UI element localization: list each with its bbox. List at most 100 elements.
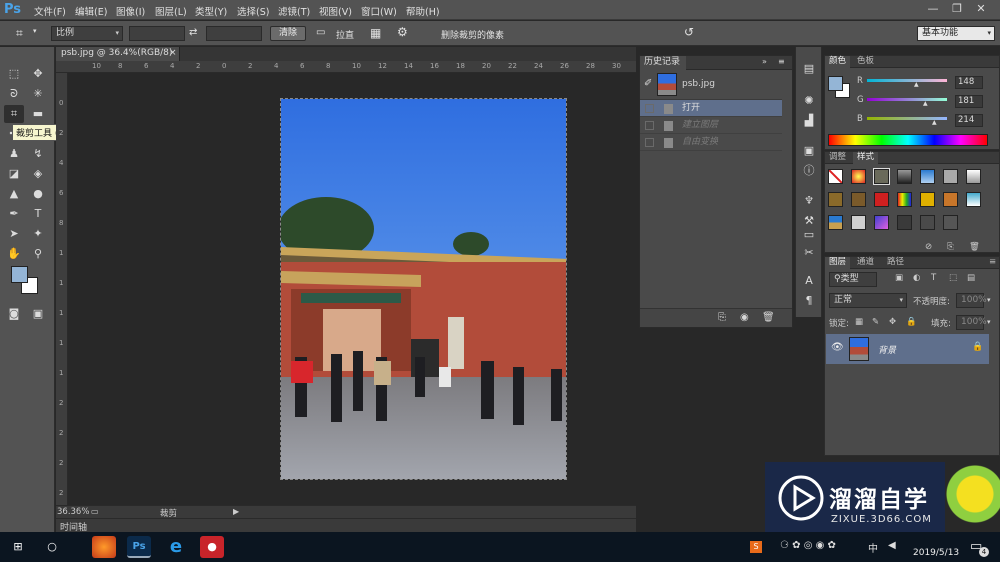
menu-help[interactable]: 帮助(H) (406, 4, 440, 18)
close-tab-icon[interactable]: × (169, 47, 177, 60)
tray-icons[interactable]: ⚆ ✿ ◎ ◉ ✿ (780, 540, 836, 551)
foreground-color-swatch[interactable] (11, 266, 28, 283)
fill-chevron-icon[interactable]: ▾ (987, 318, 991, 326)
style-swatch[interactable] (828, 192, 843, 207)
layer-row-background[interactable]: 👁 背景 🔒 (826, 334, 989, 364)
filter-type-icon[interactable]: T (931, 273, 936, 283)
brush-presets-icon[interactable]: ♆ (800, 193, 818, 209)
tab-styles[interactable]: 样式 (853, 152, 879, 164)
collapse-icon[interactable]: » (762, 57, 767, 66)
app-red-icon[interactable]: ● (200, 536, 224, 558)
width-input[interactable] (129, 26, 185, 41)
straighten-icon[interactable]: ▭ (316, 27, 325, 38)
history-item[interactable]: 建立图层 (640, 117, 782, 134)
menu-window[interactable]: 窗口(W) (361, 4, 397, 18)
style-swatch[interactable] (966, 192, 981, 207)
layer-kind-filter[interactable]: ⚲类型 (829, 272, 877, 287)
green-value[interactable]: 181 (955, 95, 983, 108)
clear-style-icon[interactable]: ⊘ (925, 242, 932, 252)
histogram-icon[interactable]: ▟ (800, 113, 818, 129)
marquee-tool-icon[interactable]: ⬚ (4, 65, 24, 83)
menu-layer[interactable]: 图层(L) (155, 4, 187, 18)
style-swatch[interactable] (851, 192, 866, 207)
eraser-tool-icon[interactable]: ◪ (4, 165, 24, 183)
restore-icon[interactable]: ❐ (950, 3, 964, 16)
fill-input[interactable]: 100% (956, 315, 987, 330)
style-swatch[interactable] (920, 192, 935, 207)
trash-icon[interactable]: 🗑 (969, 242, 980, 252)
photoshop-taskbar-icon[interactable]: Ps (127, 536, 151, 558)
lock-all-icon[interactable]: 🔒 (906, 317, 917, 327)
menu-select[interactable]: 选择(S) (237, 4, 269, 18)
style-swatch[interactable] (874, 215, 889, 230)
photo-forbidden-city-gate[interactable] (280, 98, 567, 480)
eye-visibility-icon[interactable]: 👁 (831, 342, 844, 353)
red-value[interactable]: 148 (955, 76, 983, 89)
layer-name[interactable]: 背景 (878, 343, 896, 356)
checkbox[interactable] (645, 138, 654, 147)
lasso-tool-icon[interactable]: ᘐ (4, 85, 24, 103)
red-slider[interactable] (867, 79, 947, 82)
reset-icon[interactable]: ↺ (684, 25, 694, 39)
clone-stamp-icon[interactable]: ♟ (4, 145, 24, 163)
shape-tool-icon[interactable]: ✦ (28, 225, 48, 243)
search-circle-icon[interactable]: ○ (40, 536, 64, 558)
move-tool-icon[interactable]: ✥ (28, 65, 48, 83)
style-swatch[interactable] (897, 215, 912, 230)
blur-tool-icon[interactable]: ▲ (4, 185, 24, 203)
style-swatch[interactable] (873, 168, 890, 185)
windows-start-icon[interactable]: ⊞ (6, 536, 30, 558)
history-brush-icon[interactable]: ↯ (28, 145, 48, 163)
blue-value[interactable]: 214 (955, 114, 983, 127)
filter-adjust-icon[interactable]: ◐ (913, 273, 920, 283)
color-spectrum[interactable] (828, 134, 988, 146)
lock-position-icon[interactable]: ✥ (889, 317, 896, 327)
menu-edit[interactable]: 编辑(E) (75, 4, 107, 18)
history-item[interactable]: 打开 (640, 100, 782, 117)
panel-menu-icon[interactable]: ≡ (985, 257, 1000, 269)
filter-pixel-icon[interactable]: ▣ (895, 273, 903, 283)
path-select-icon[interactable]: ➤ (4, 225, 24, 243)
tab-channels[interactable]: 通道 (853, 257, 878, 269)
close-icon[interactable]: ✕ (974, 3, 988, 16)
panel-menu-icon[interactable]: ≡ (778, 57, 785, 66)
info-icon[interactable]: ⓘ (800, 163, 818, 179)
tab-adjustments[interactable]: 调整 (825, 152, 850, 164)
paint-bucket-icon[interactable]: ◈ (28, 165, 48, 183)
opacity-chevron-icon[interactable]: ▾ (987, 296, 991, 304)
zoom-level[interactable]: 36.36% (57, 507, 89, 517)
checkbox[interactable] (645, 104, 654, 113)
style-swatch[interactable] (828, 169, 843, 184)
new-style-icon[interactable]: ⎘ (947, 242, 954, 252)
internet-explorer-icon[interactable]: e (164, 536, 188, 558)
menu-type[interactable]: 类型(Y) (195, 4, 227, 18)
blue-slider-thumb-icon[interactable]: ▲ (932, 119, 937, 126)
style-swatch[interactable] (920, 169, 935, 184)
zoom-tool-icon[interactable]: ⚲ (28, 245, 48, 263)
green-slider-thumb-icon[interactable]: ▲ (923, 100, 928, 107)
quick-mask-icon[interactable]: ◙ (4, 305, 24, 323)
style-swatch[interactable] (897, 192, 912, 207)
sogou-icon[interactable]: S (750, 541, 762, 553)
crop-tool-icon[interactable]: ⌗ (16, 26, 23, 41)
clone-source-icon[interactable]: ✂ (800, 245, 818, 261)
checkbox[interactable] (645, 121, 654, 130)
opacity-input[interactable]: 100% (956, 293, 987, 308)
tab-color[interactable]: 颜色 (825, 56, 851, 68)
camera-icon[interactable]: ◉ (740, 312, 749, 323)
swap-icon[interactable]: ⇄ (189, 27, 197, 38)
style-swatch[interactable] (920, 215, 935, 230)
height-input[interactable] (206, 26, 262, 41)
green-slider[interactable] (867, 98, 947, 101)
style-swatch[interactable] (943, 192, 958, 207)
tab-layers[interactable]: 图层 (825, 257, 851, 269)
style-swatch[interactable] (828, 215, 843, 230)
screen-mode-icon[interactable]: ▣ (28, 305, 48, 323)
ruler-tool-icon[interactable]: ▬ (28, 105, 48, 123)
filter-smart-icon[interactable]: ▤ (967, 273, 975, 283)
history-item[interactable]: 自由变换 (640, 134, 782, 151)
new-document-from-state-icon[interactable]: ⎘ (718, 312, 726, 323)
dodge-tool-icon[interactable]: ● (28, 185, 48, 203)
crop-tool-icon[interactable]: ⌗ (4, 105, 24, 123)
straighten-label[interactable]: 拉直 (336, 28, 354, 41)
